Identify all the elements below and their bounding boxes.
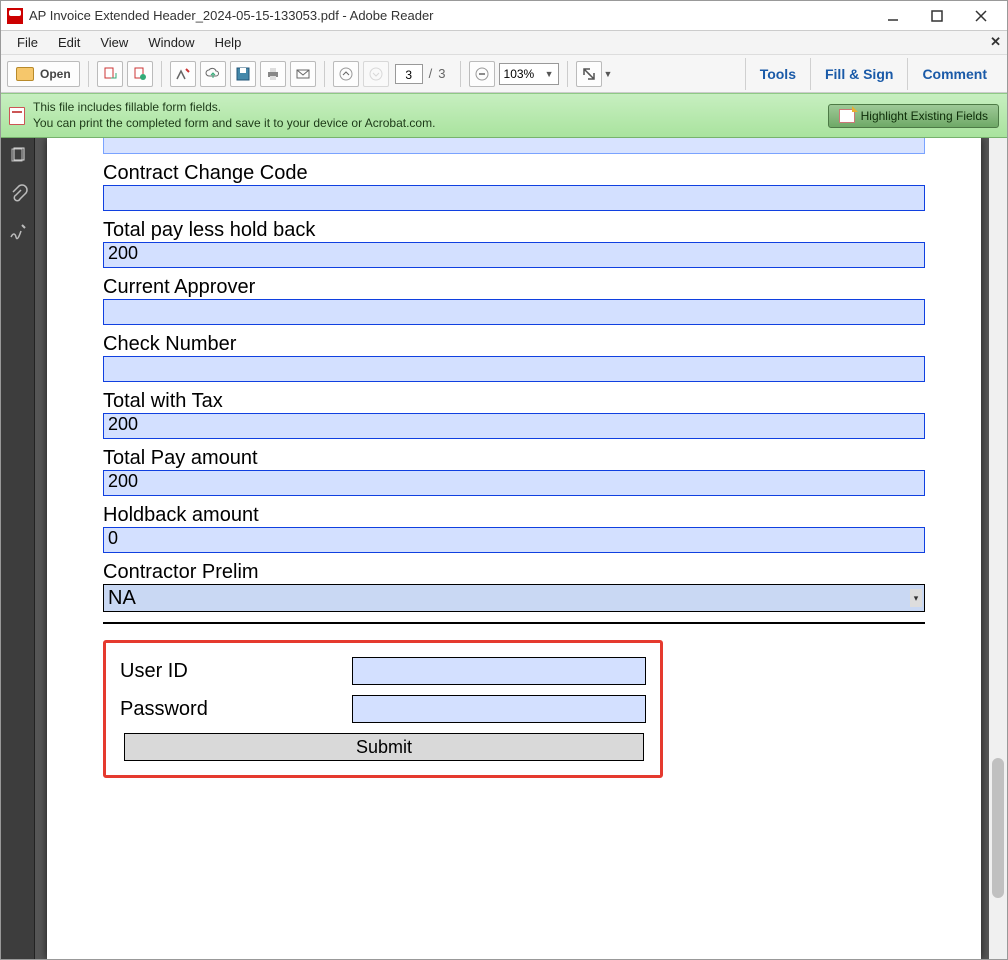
page-sep: / [429, 66, 433, 81]
thumbnails-icon[interactable] [8, 146, 28, 166]
highlight-fields-button[interactable]: Highlight Existing Fields [828, 104, 999, 128]
save-icon[interactable] [230, 61, 256, 87]
select-value: NA [108, 587, 136, 610]
total-with-tax-field[interactable]: 200 [103, 413, 925, 439]
user-id-field[interactable] [352, 657, 646, 685]
window-title: AP Invoice Extended Header_2024-05-15-13… [29, 8, 871, 23]
email-icon[interactable] [290, 61, 316, 87]
contract-change-code-field[interactable] [103, 185, 925, 211]
separator [88, 61, 89, 87]
total-pay-amount-field[interactable]: 200 [103, 470, 925, 496]
page-number-input[interactable]: 3 [395, 64, 423, 84]
field-label: Current Approver [103, 276, 925, 299]
titlebar: AP Invoice Extended Header_2024-05-15-13… [1, 1, 1007, 31]
menubar: File Edit View Window Help ✕ [1, 31, 1007, 55]
chevron-down-icon[interactable]: ▼ [604, 69, 613, 79]
contractor-prelim-select[interactable]: NA ▾ [103, 584, 925, 612]
read-mode-button[interactable] [576, 61, 602, 87]
create-pdf-icon[interactable] [127, 61, 153, 87]
banner-line1: This file includes fillable form fields. [33, 100, 435, 116]
page-up-button[interactable] [333, 61, 359, 87]
holdback-amount-field[interactable]: 0 [103, 527, 925, 553]
right-tools: Tools Fill & Sign Comment [745, 55, 1001, 92]
field-label: Holdback amount [103, 504, 925, 527]
scrollbar-thumb[interactable] [992, 758, 1004, 898]
export-pdf-icon[interactable] [97, 61, 123, 87]
zoom-out-button[interactable] [469, 61, 495, 87]
field-label: Check Number [103, 333, 925, 356]
banner-line2: You can print the completed form and sav… [33, 116, 435, 132]
menu-help[interactable]: Help [205, 33, 252, 52]
total-pay-less-holdback-field[interactable]: 200 [103, 242, 925, 268]
signatures-icon[interactable] [8, 222, 28, 242]
current-approver-field[interactable] [103, 299, 925, 325]
submit-button[interactable]: Submit [124, 733, 644, 761]
vertical-scrollbar[interactable] [989, 138, 1007, 959]
field-label: Total with Tax [103, 390, 925, 413]
close-document-button[interactable]: ✕ [990, 34, 1001, 50]
user-id-label: User ID [120, 660, 352, 683]
password-field[interactable] [352, 695, 646, 723]
menu-view[interactable]: View [90, 33, 138, 52]
fill-sign-panel-button[interactable]: Fill & Sign [810, 58, 907, 90]
open-label: Open [40, 67, 71, 81]
tools-panel-button[interactable]: Tools [745, 58, 810, 90]
highlight-label: Highlight Existing Fields [861, 109, 988, 123]
work-area: Contract Change Code Total pay less hold… [1, 138, 1007, 959]
form-doc-icon [9, 107, 25, 125]
separator [567, 61, 568, 87]
menu-file[interactable]: File [7, 33, 48, 52]
open-button[interactable]: Open [7, 61, 80, 87]
app-icon [7, 8, 23, 24]
page-down-button[interactable] [363, 61, 389, 87]
menu-edit[interactable]: Edit [48, 33, 90, 52]
field-label: Contract Change Code [103, 162, 925, 185]
zoom-value: 103% [504, 67, 535, 81]
page-total: 3 [438, 66, 445, 81]
pdf-page: Contract Change Code Total pay less hold… [47, 138, 981, 959]
chevron-down-icon: ▼ [545, 69, 554, 79]
menu-window[interactable]: Window [138, 33, 204, 52]
credentials-box: User ID Password Submit [103, 640, 663, 778]
navigation-pane [1, 138, 35, 959]
field-label: Total pay less hold back [103, 219, 925, 242]
divider [103, 622, 925, 624]
fillable-form-banner: This file includes fillable form fields.… [1, 93, 1007, 138]
check-number-field[interactable] [103, 356, 925, 382]
separator [324, 61, 325, 87]
sign-icon[interactable] [170, 61, 196, 87]
toolbar: Open 3 / 3 103% ▼ ▼ Tools F [1, 55, 1007, 93]
field-label: Total Pay amount [103, 447, 925, 470]
chevron-down-icon: ▾ [910, 589, 922, 607]
password-label: Password [120, 698, 352, 721]
separator [460, 61, 461, 87]
zoom-select[interactable]: 103% ▼ [499, 63, 559, 85]
cloud-upload-icon[interactable] [200, 61, 226, 87]
truncated-prev-field[interactable] [103, 138, 925, 154]
comment-panel-button[interactable]: Comment [907, 58, 1001, 90]
minimize-button[interactable] [871, 2, 915, 30]
print-icon[interactable] [260, 61, 286, 87]
banner-message: This file includes fillable form fields.… [33, 100, 435, 131]
document-view: Contract Change Code Total pay less hold… [35, 138, 1007, 959]
folder-icon [16, 67, 34, 81]
close-button[interactable] [959, 2, 1003, 30]
separator [161, 61, 162, 87]
maximize-button[interactable] [915, 2, 959, 30]
field-label: Contractor Prelim [103, 561, 925, 584]
highlight-icon [839, 109, 855, 123]
attachments-icon[interactable] [8, 184, 28, 204]
